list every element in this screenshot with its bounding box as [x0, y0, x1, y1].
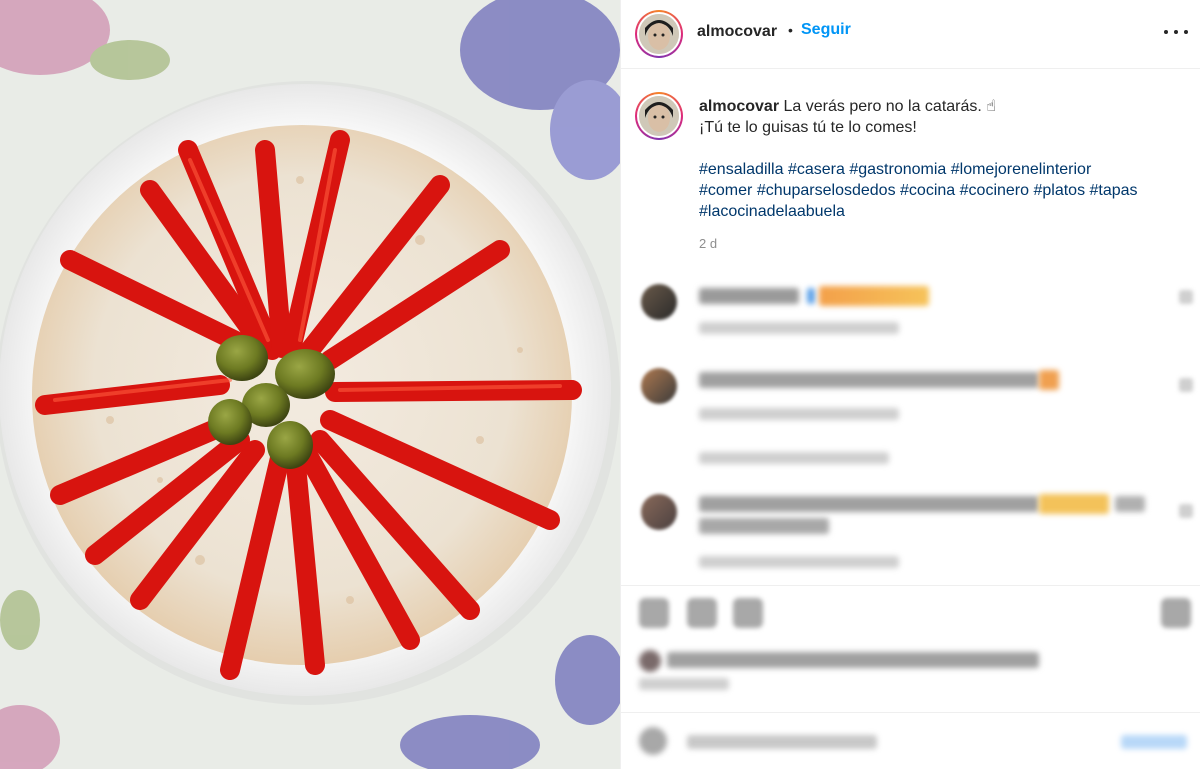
share-icon[interactable] [733, 598, 763, 628]
post-sidebar: almocovar • Seguir almocovar La verás pe… [620, 0, 1200, 769]
separator-dot: • [788, 22, 793, 38]
hashtag[interactable]: #cocinero [960, 182, 1029, 199]
comment-emoji-blurred [819, 286, 929, 306]
avatar[interactable] [635, 10, 683, 58]
comment-emoji-blurred [1039, 370, 1059, 390]
hashtag[interactable]: #lomejorenelinterior [951, 161, 1092, 178]
hashtag[interactable]: #comer [699, 182, 752, 199]
follow-button[interactable]: Seguir [801, 21, 851, 39]
bookmark-icon[interactable] [1161, 598, 1191, 628]
hashtag[interactable]: #gastronomia [849, 161, 946, 178]
comment-avatar[interactable] [641, 494, 677, 530]
comment-text-blurred [699, 518, 829, 534]
heart-icon[interactable] [1179, 290, 1193, 304]
caption-text-line2: ¡Tú te lo guisas tú te lo comes! [699, 119, 917, 136]
caption-body: almocovar La verás pero no la catarás. ☝… [699, 96, 1189, 222]
comment-emoji-blurred [1039, 494, 1109, 514]
instagram-post: almocovar • Seguir almocovar La verás pe… [0, 0, 1200, 769]
likes-text-blurred[interactable] [667, 652, 1039, 668]
date-text-blurred [639, 678, 729, 690]
liked-by-avatar [639, 650, 661, 672]
caption-username[interactable]: almocovar [699, 98, 779, 115]
hashtag[interactable]: #ensaladilla [699, 161, 784, 178]
emoji-icon[interactable] [639, 727, 667, 755]
add-comment-bar [621, 712, 1200, 769]
caption-text-line1: La verás pero no la catarás. ☝ [783, 98, 997, 115]
comment-meta-blurred [699, 556, 899, 568]
comment-avatar[interactable] [641, 284, 677, 320]
view-replies-blurred[interactable] [699, 452, 889, 464]
avatar-image [639, 96, 679, 136]
hashtag[interactable]: #platos [1033, 182, 1085, 199]
publish-button-blurred[interactable] [1121, 735, 1187, 749]
comment-text-blurred [699, 288, 799, 304]
comment-text-blurred [699, 372, 1039, 388]
hashtag[interactable]: #tapas [1090, 182, 1138, 199]
caption-avatar[interactable] [635, 92, 683, 140]
post-timestamp[interactable]: 2 d [699, 236, 717, 251]
food-photo-illustration [0, 0, 620, 769]
avatar-image [639, 14, 679, 54]
comment-avatar[interactable] [641, 368, 677, 404]
comment-icon[interactable] [687, 598, 717, 628]
more-horizontal-icon[interactable] [1161, 16, 1191, 46]
header-username[interactable]: almocovar [697, 23, 777, 41]
heart-icon[interactable] [1179, 378, 1193, 392]
post-header: almocovar • Seguir [621, 0, 1200, 69]
comment-emoji-blurred [807, 288, 815, 304]
comment-input-blurred[interactable] [687, 735, 877, 749]
comment-text-blurred [699, 496, 1039, 512]
comment-meta-blurred [699, 322, 899, 334]
hashtag-list: #ensaladilla #casera #gastronomia #lomej… [699, 159, 1189, 222]
hashtag[interactable]: #lacocinadelaabuela [699, 203, 845, 220]
comment-meta-blurred [699, 408, 899, 420]
post-photo[interactable] [0, 0, 620, 769]
comment-text-blurred [1115, 496, 1145, 512]
hashtag[interactable]: #casera [788, 161, 845, 178]
hashtag[interactable]: #cocina [900, 182, 955, 199]
heart-icon[interactable] [1179, 504, 1193, 518]
hashtag[interactable]: #chuparselosdedos [757, 182, 896, 199]
heart-icon[interactable] [639, 598, 669, 628]
